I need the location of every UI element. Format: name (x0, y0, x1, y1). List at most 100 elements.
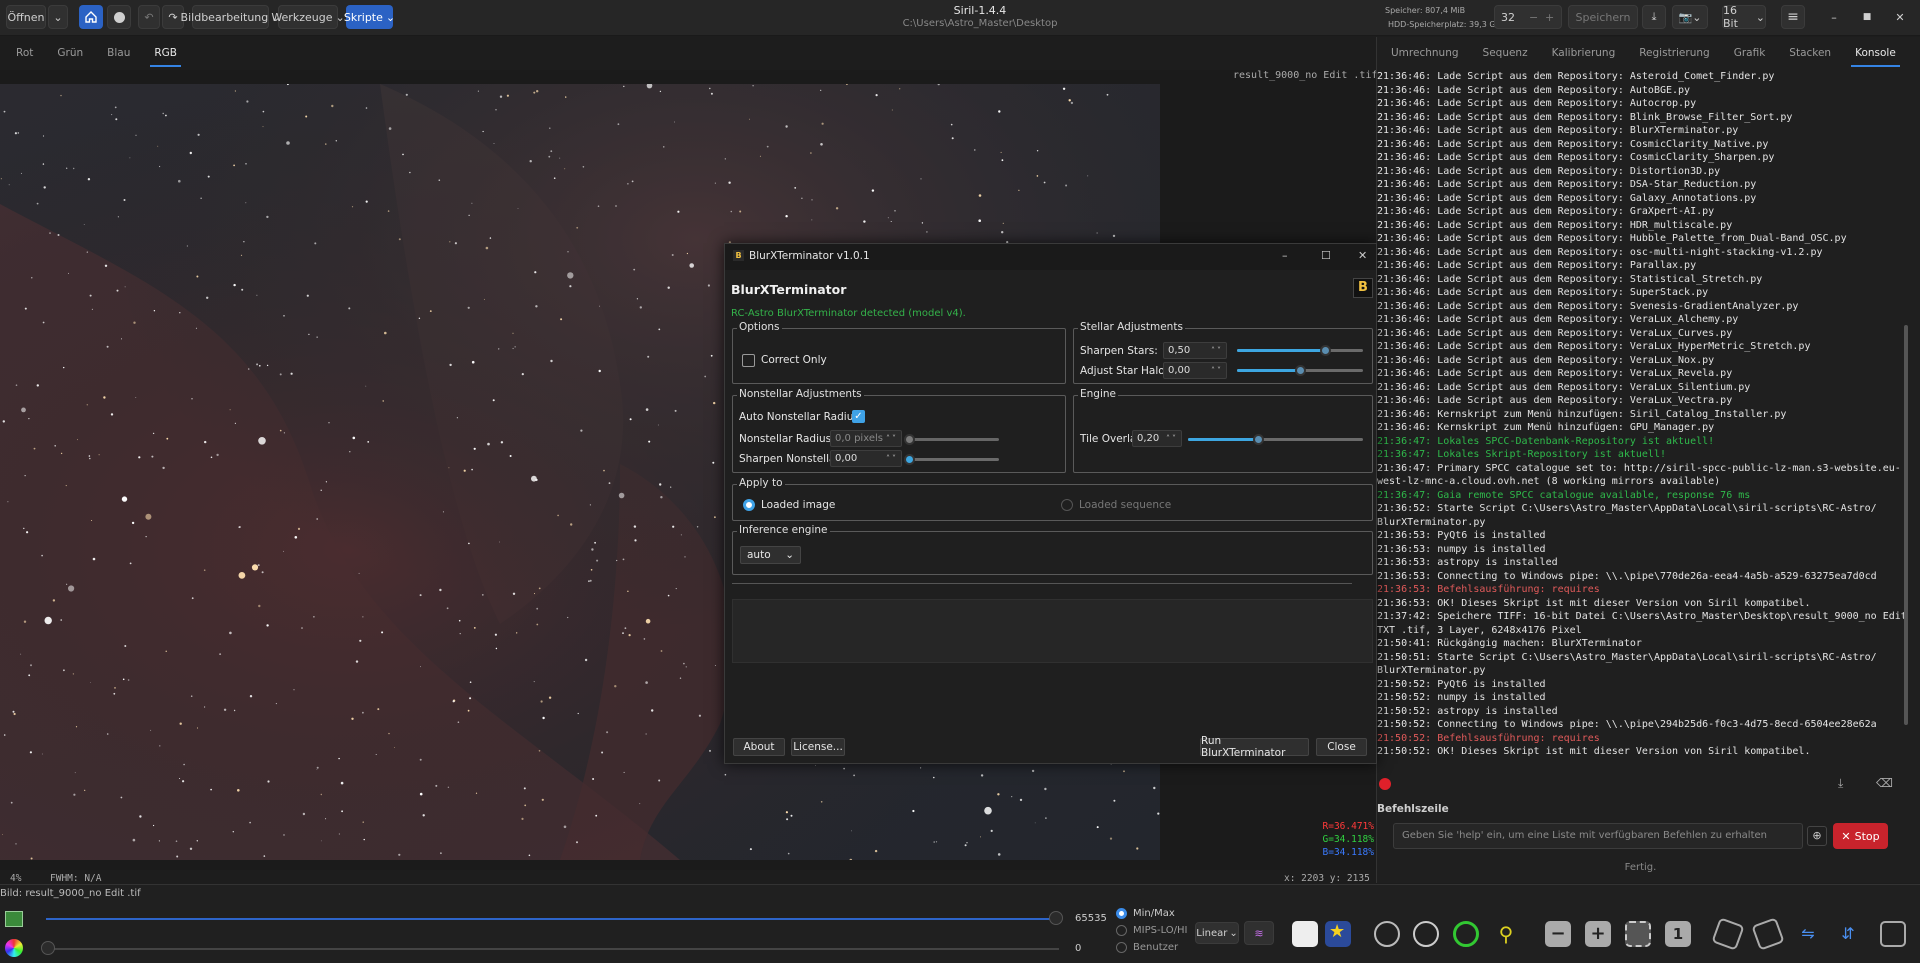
zoom-out-icon[interactable]: − (1545, 921, 1571, 947)
adjust-halos-slider[interactable] (1237, 365, 1363, 376)
zoom-one-icon[interactable]: 1 (1665, 921, 1691, 947)
tab-console[interactable]: Konsole (1843, 37, 1908, 69)
sharpen-stars-slider[interactable] (1237, 345, 1363, 356)
bitdepth-dropdown[interactable]: 16 Bit ⌄ (1722, 4, 1766, 30)
dialog-close-icon[interactable]: ✕ (1358, 249, 1367, 262)
high-slider-track[interactable] (46, 918, 1059, 920)
auto-radius-checkbox[interactable]: ✓ (852, 410, 865, 423)
radio-minmax[interactable] (1116, 908, 1127, 919)
close-window-button[interactable]: ✕ (1888, 5, 1912, 29)
minimize-button[interactable]: – (1822, 5, 1846, 29)
about-button[interactable]: About (733, 738, 785, 756)
slider-knob[interactable] (904, 434, 915, 445)
home-button[interactable] (79, 5, 103, 29)
threads-spinner[interactable]: 32− + (1494, 5, 1562, 29)
tab-registration[interactable]: Registrierung (1627, 37, 1721, 69)
negative-view-icon[interactable] (1292, 921, 1318, 947)
mirror-x-icon[interactable]: ⇋ (1795, 921, 1821, 947)
target-icon[interactable] (1453, 921, 1479, 947)
dialog-minimize-icon[interactable]: – (1282, 249, 1288, 262)
undo-button[interactable]: ↶ (138, 5, 160, 29)
record-button[interactable] (107, 5, 131, 29)
tab-rgb[interactable]: RGB (142, 37, 189, 69)
console-log[interactable]: 21:36:46: Lade Script aus dem Repository… (1377, 70, 1904, 760)
adjust-halos-spinner[interactable]: 0,00 ˄˅ (1163, 362, 1227, 379)
tab-conversion[interactable]: Umrechnung (1379, 37, 1471, 69)
star (622, 632, 624, 634)
tab-red[interactable]: Rot (4, 37, 45, 69)
save-as-button[interactable]: ⤓ (1642, 5, 1666, 29)
dialog-maximize-icon[interactable]: ☐ (1321, 249, 1331, 262)
star (499, 95, 503, 98)
open-button[interactable]: Öffnen (6, 5, 46, 29)
run-button[interactable]: Run BlurXTerminator (1200, 735, 1309, 759)
inference-dropdown[interactable]: auto ⌄ (740, 546, 801, 564)
star (249, 821, 251, 824)
console-line: 21:36:46: Lade Script aus dem Repository… (1377, 219, 1733, 231)
tools-menu[interactable]: Werkzeuge ⌄ (271, 5, 345, 29)
star-annotate-icon[interactable]: ★ (1325, 921, 1351, 947)
tile-overlap-spinner[interactable]: 0,20 ˄˅ (1132, 430, 1182, 447)
license-button[interactable]: License... (791, 738, 845, 756)
clear-log-icon[interactable]: ⌫ (1876, 776, 1893, 790)
bitdepth-label: 16 Bit (1723, 4, 1738, 30)
image-info-icon[interactable] (1880, 921, 1906, 947)
slider-knob[interactable] (1320, 345, 1332, 356)
star (175, 840, 178, 842)
slider-knob[interactable] (904, 454, 915, 465)
tab-sequence[interactable]: Sequenz (1471, 37, 1540, 69)
radius-spinner[interactable]: 0,0 pixels ˄˅ (830, 430, 902, 447)
console-scrollbar[interactable] (1904, 325, 1908, 725)
radio-mips[interactable] (1116, 925, 1127, 936)
save-button[interactable]: Speichern (1568, 5, 1638, 29)
telescope-icon[interactable]: ⚲ (1493, 921, 1519, 947)
radio-loaded-image[interactable] (743, 499, 755, 511)
star (91, 520, 93, 521)
tab-stacking[interactable]: Stacken (1777, 37, 1843, 69)
scale-dropdown[interactable]: Linear ⌄ (1195, 922, 1239, 944)
sharpen-stars-spinner[interactable]: 0,50 ˄˅ (1163, 342, 1227, 359)
low-slider-track[interactable] (46, 948, 1059, 950)
zoom-fit-icon[interactable] (1625, 921, 1651, 947)
sharpen-nonstellar-spinner[interactable]: 0,00 ˄˅ (830, 450, 902, 467)
low-slider-knob[interactable] (41, 941, 55, 955)
maximize-button[interactable]: ■ (1855, 5, 1879, 29)
download-log-icon[interactable]: ⤓ (1838, 776, 1843, 791)
star (283, 315, 285, 317)
stop-button[interactable]: ✕ Stop (1833, 823, 1888, 849)
star (481, 594, 484, 596)
tab-green[interactable]: Grün (45, 37, 95, 69)
histogram-icon[interactable] (5, 911, 23, 927)
image-processing-menu[interactable]: Bildbearbeitung ⌄ (181, 5, 280, 29)
photometry-icon[interactable] (1374, 921, 1400, 947)
log-output-box[interactable] (732, 599, 1373, 663)
snapshot-button[interactable]: 📷 ⌄ (1672, 5, 1708, 29)
radio-loaded-sequence[interactable] (1061, 499, 1073, 511)
slider-knob[interactable] (1253, 434, 1264, 445)
zoom-in-icon[interactable]: + (1585, 921, 1611, 947)
main-menu-button[interactable]: ≡ (1781, 5, 1805, 29)
false-color-button[interactable]: ≋ (1244, 921, 1274, 945)
star (189, 847, 193, 850)
tile-overlap-slider[interactable] (1188, 434, 1363, 445)
command-input[interactable]: Geben Sie 'help' ein, um eine Liste mit … (1393, 823, 1803, 849)
color-wheel-icon[interactable] (5, 939, 23, 957)
correct-only-checkbox[interactable] (742, 354, 755, 367)
dialog-close-button[interactable]: Close (1316, 738, 1367, 756)
record-indicator-icon[interactable] (1379, 778, 1391, 790)
scripts-menu[interactable]: Skripte ⌄ (344, 5, 395, 29)
open-recent-dropdown[interactable]: ⌄ (48, 5, 68, 29)
radius-slider[interactable] (904, 434, 999, 445)
tab-calibration[interactable]: Kalibrierung (1540, 37, 1628, 69)
tab-plot[interactable]: Grafik (1722, 37, 1778, 69)
tab-blue[interactable]: Blau (95, 37, 142, 69)
radio-user[interactable] (1116, 942, 1127, 953)
high-slider-knob[interactable] (1049, 911, 1063, 925)
star (686, 252, 689, 255)
star (178, 179, 181, 183)
slider-knob[interactable] (1295, 365, 1306, 376)
mirror-y-icon[interactable]: ⇵ (1835, 921, 1861, 947)
sharpen-nonstellar-slider[interactable] (904, 454, 999, 465)
globe-icon[interactable] (1413, 921, 1439, 947)
help-icon[interactable]: ⊕ (1807, 826, 1827, 846)
